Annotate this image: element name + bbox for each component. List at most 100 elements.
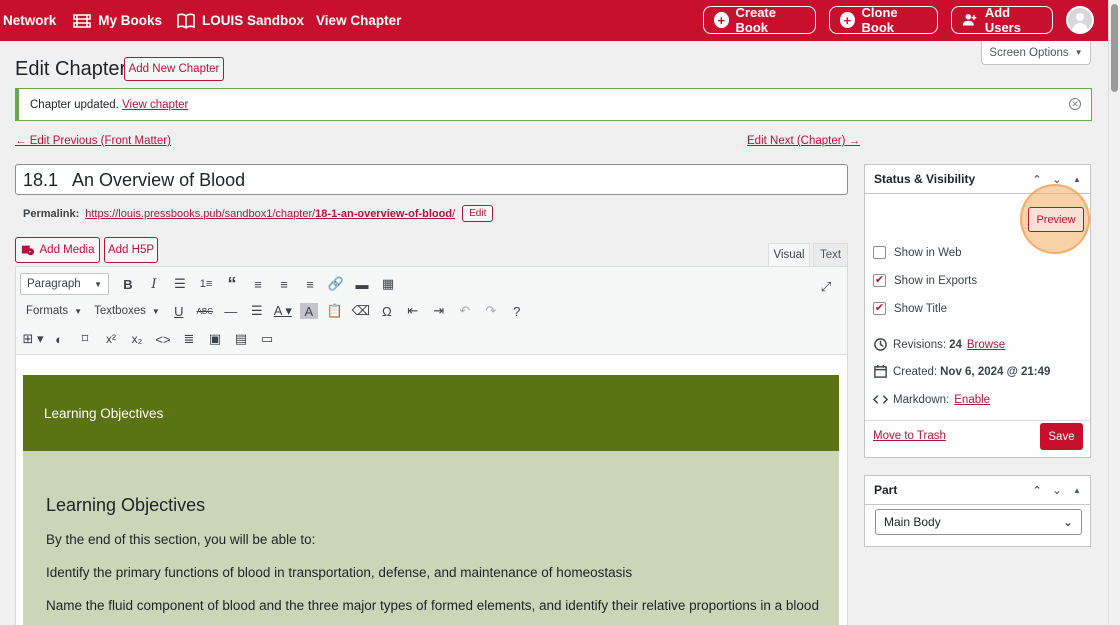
edit-next-link[interactable]: Edit Next (Chapter) →: [747, 135, 860, 147]
subscript-icon[interactable]: x₂: [124, 327, 150, 351]
blocks-icon[interactable]: ▣: [202, 327, 228, 351]
triangle-down-icon: ▼: [1074, 48, 1083, 57]
triangle-up-icon[interactable]: ▲: [1070, 171, 1084, 187]
triangle-down-icon: ▼: [94, 279, 102, 289]
page-title: Edit Chapter: [15, 58, 127, 80]
textboxes-label: Textboxes: [94, 305, 146, 317]
enable-markdown-link[interactable]: Enable: [954, 394, 990, 406]
bookmark-icon[interactable]: ⌑: [72, 327, 98, 351]
undo-icon[interactable]: ↶: [452, 299, 478, 323]
network-link[interactable]: Network: [0, 0, 62, 41]
superscript-icon[interactable]: x²: [98, 327, 124, 351]
revisions-row: Revisions: 24 Browse: [873, 337, 1005, 352]
glossary-icon[interactable]: ≣: [176, 327, 202, 351]
justify-icon[interactable]: ☰: [244, 299, 270, 323]
scrollbar[interactable]: [1108, 0, 1120, 625]
dismiss-icon[interactable]: ✕: [1069, 98, 1081, 110]
content-editor: Paragraph ▼ B I ☰ 1≡ “ ≡ ≡ ≡ 🔗 ▬ ▦ Forma…: [15, 266, 848, 625]
horizontal-line-icon[interactable]: —: [218, 299, 244, 323]
show-in-exports-option[interactable]: ✔ Show in Exports: [873, 274, 977, 287]
table-icon[interactable]: ⊞ ▾: [20, 327, 46, 351]
save-button[interactable]: Save: [1040, 423, 1083, 450]
chevron-down-icon[interactable]: ⌄: [1050, 482, 1064, 498]
background-color-icon[interactable]: A: [299, 303, 318, 319]
part-select[interactable]: Main Body ⌄: [875, 509, 1082, 535]
view-chapter-link[interactable]: View Chapter: [310, 0, 407, 41]
footnote-icon[interactable]: ◐: [46, 327, 72, 351]
clear-format-icon[interactable]: ⌫: [348, 299, 374, 323]
add-users-button[interactable]: Add Users: [951, 5, 1053, 35]
created-row: Created: Nov 6, 2024 @ 21:49: [873, 364, 1050, 379]
permalink-url[interactable]: https://louis.pressbooks.pub/sandbox1/ch…: [85, 208, 455, 220]
redo-icon[interactable]: ↷: [478, 299, 504, 323]
clone-book-button[interactable]: + Clone Book: [829, 5, 938, 35]
fullscreen-icon[interactable]: ⤢: [813, 275, 839, 299]
calendar-icon: [874, 364, 887, 378]
update-notice: Chapter updated. View chapter ✕: [15, 88, 1092, 121]
text-color-icon[interactable]: A ▾: [270, 299, 296, 323]
show-in-web-label: Show in Web: [894, 246, 962, 259]
chevron-down-icon: ⌄: [1062, 515, 1073, 529]
scrollbar-thumb[interactable]: [1111, 4, 1118, 92]
screen-options-button[interactable]: Screen Options ▼: [981, 41, 1091, 65]
chapter-title-input[interactable]: 18.1 An Overview of Blood: [15, 164, 848, 195]
create-book-button[interactable]: + Create Book: [703, 5, 816, 35]
help-icon[interactable]: ?: [504, 299, 530, 323]
browse-revisions-link[interactable]: Browse: [967, 339, 1005, 351]
media-icon: [21, 245, 34, 256]
link-icon[interactable]: 🔗: [323, 272, 349, 296]
triangle-up-icon[interactable]: ▲: [1070, 482, 1084, 498]
preview-button[interactable]: Preview: [1028, 207, 1084, 232]
revisions-label: Revisions:: [893, 338, 947, 351]
markdown-row: Markdown: Enable: [873, 392, 990, 407]
permalink-prefix: https://louis.pressbooks.pub/sandbox1/ch…: [85, 207, 316, 220]
my-books-label: My Books: [98, 13, 163, 28]
show-in-web-checkbox[interactable]: [873, 246, 886, 259]
markdown-label: Markdown:: [893, 393, 950, 406]
objective-item: Name the fluid component of blood and th…: [46, 598, 819, 613]
edit-previous-link[interactable]: ← Edit Previous (Front Matter): [15, 135, 171, 147]
special-character-icon[interactable]: Ω: [374, 299, 400, 323]
italic-icon[interactable]: I: [141, 272, 167, 296]
paragraph-select[interactable]: Paragraph ▼: [20, 273, 109, 295]
paste-text-icon[interactable]: 📋: [322, 299, 348, 323]
move-to-trash-link[interactable]: Move to Trash: [873, 430, 946, 442]
align-center-icon[interactable]: ≡: [271, 272, 297, 296]
read-more-icon[interactable]: ▬: [349, 272, 375, 296]
show-in-exports-checkbox[interactable]: ✔: [873, 274, 886, 287]
notice-text: Chapter updated.: [30, 98, 119, 111]
show-in-web-option[interactable]: Show in Web: [873, 246, 962, 259]
add-new-chapter-button[interactable]: Add New Chapter: [124, 57, 224, 81]
show-title-checkbox[interactable]: ✔: [873, 302, 886, 315]
align-right-icon[interactable]: ≡: [297, 272, 323, 296]
chevron-up-icon[interactable]: ⌃: [1030, 482, 1044, 498]
align-left-icon[interactable]: ≡: [245, 272, 271, 296]
blockquote-icon[interactable]: “: [219, 272, 245, 296]
textboxes-select[interactable]: Textboxes ▼: [88, 300, 166, 322]
strikethrough-icon[interactable]: ABC: [192, 299, 218, 323]
outdent-icon[interactable]: ⇤: [400, 299, 426, 323]
my-books-link[interactable]: My Books: [62, 0, 168, 41]
formats-select[interactable]: Formats ▼: [20, 300, 88, 322]
numbered-list-icon[interactable]: 1≡: [193, 272, 219, 296]
avatar[interactable]: [1066, 6, 1094, 34]
add-media-button[interactable]: Add Media: [15, 237, 100, 263]
chevron-up-icon[interactable]: ⌃: [1030, 171, 1044, 187]
created-value: Nov 6, 2024 @ 21:49: [940, 365, 1051, 378]
add-h5p-button[interactable]: Add H5P: [104, 237, 158, 263]
tab-text[interactable]: Text: [813, 243, 848, 267]
show-title-option[interactable]: ✔ Show Title: [873, 302, 947, 315]
edit-permalink-button[interactable]: Edit: [462, 205, 494, 222]
tab-visual[interactable]: Visual: [768, 243, 810, 267]
code-icon[interactable]: <>: [150, 327, 176, 351]
bold-icon[interactable]: B: [115, 272, 141, 296]
underline-icon[interactable]: U: [166, 299, 192, 323]
media-embed-icon[interactable]: ▭: [254, 327, 280, 351]
indent-icon[interactable]: ⇥: [426, 299, 452, 323]
editor-content[interactable]: Learning Objectives Learning Objectives …: [23, 375, 839, 625]
toolbar-toggle-icon[interactable]: ▦: [375, 272, 401, 296]
bullet-list-icon[interactable]: ☰: [167, 272, 193, 296]
calculator-icon[interactable]: ▤: [228, 327, 254, 351]
book-name-link[interactable]: LOUIS Sandbox: [168, 0, 310, 41]
view-chapter-notice-link[interactable]: View chapter: [122, 99, 188, 111]
